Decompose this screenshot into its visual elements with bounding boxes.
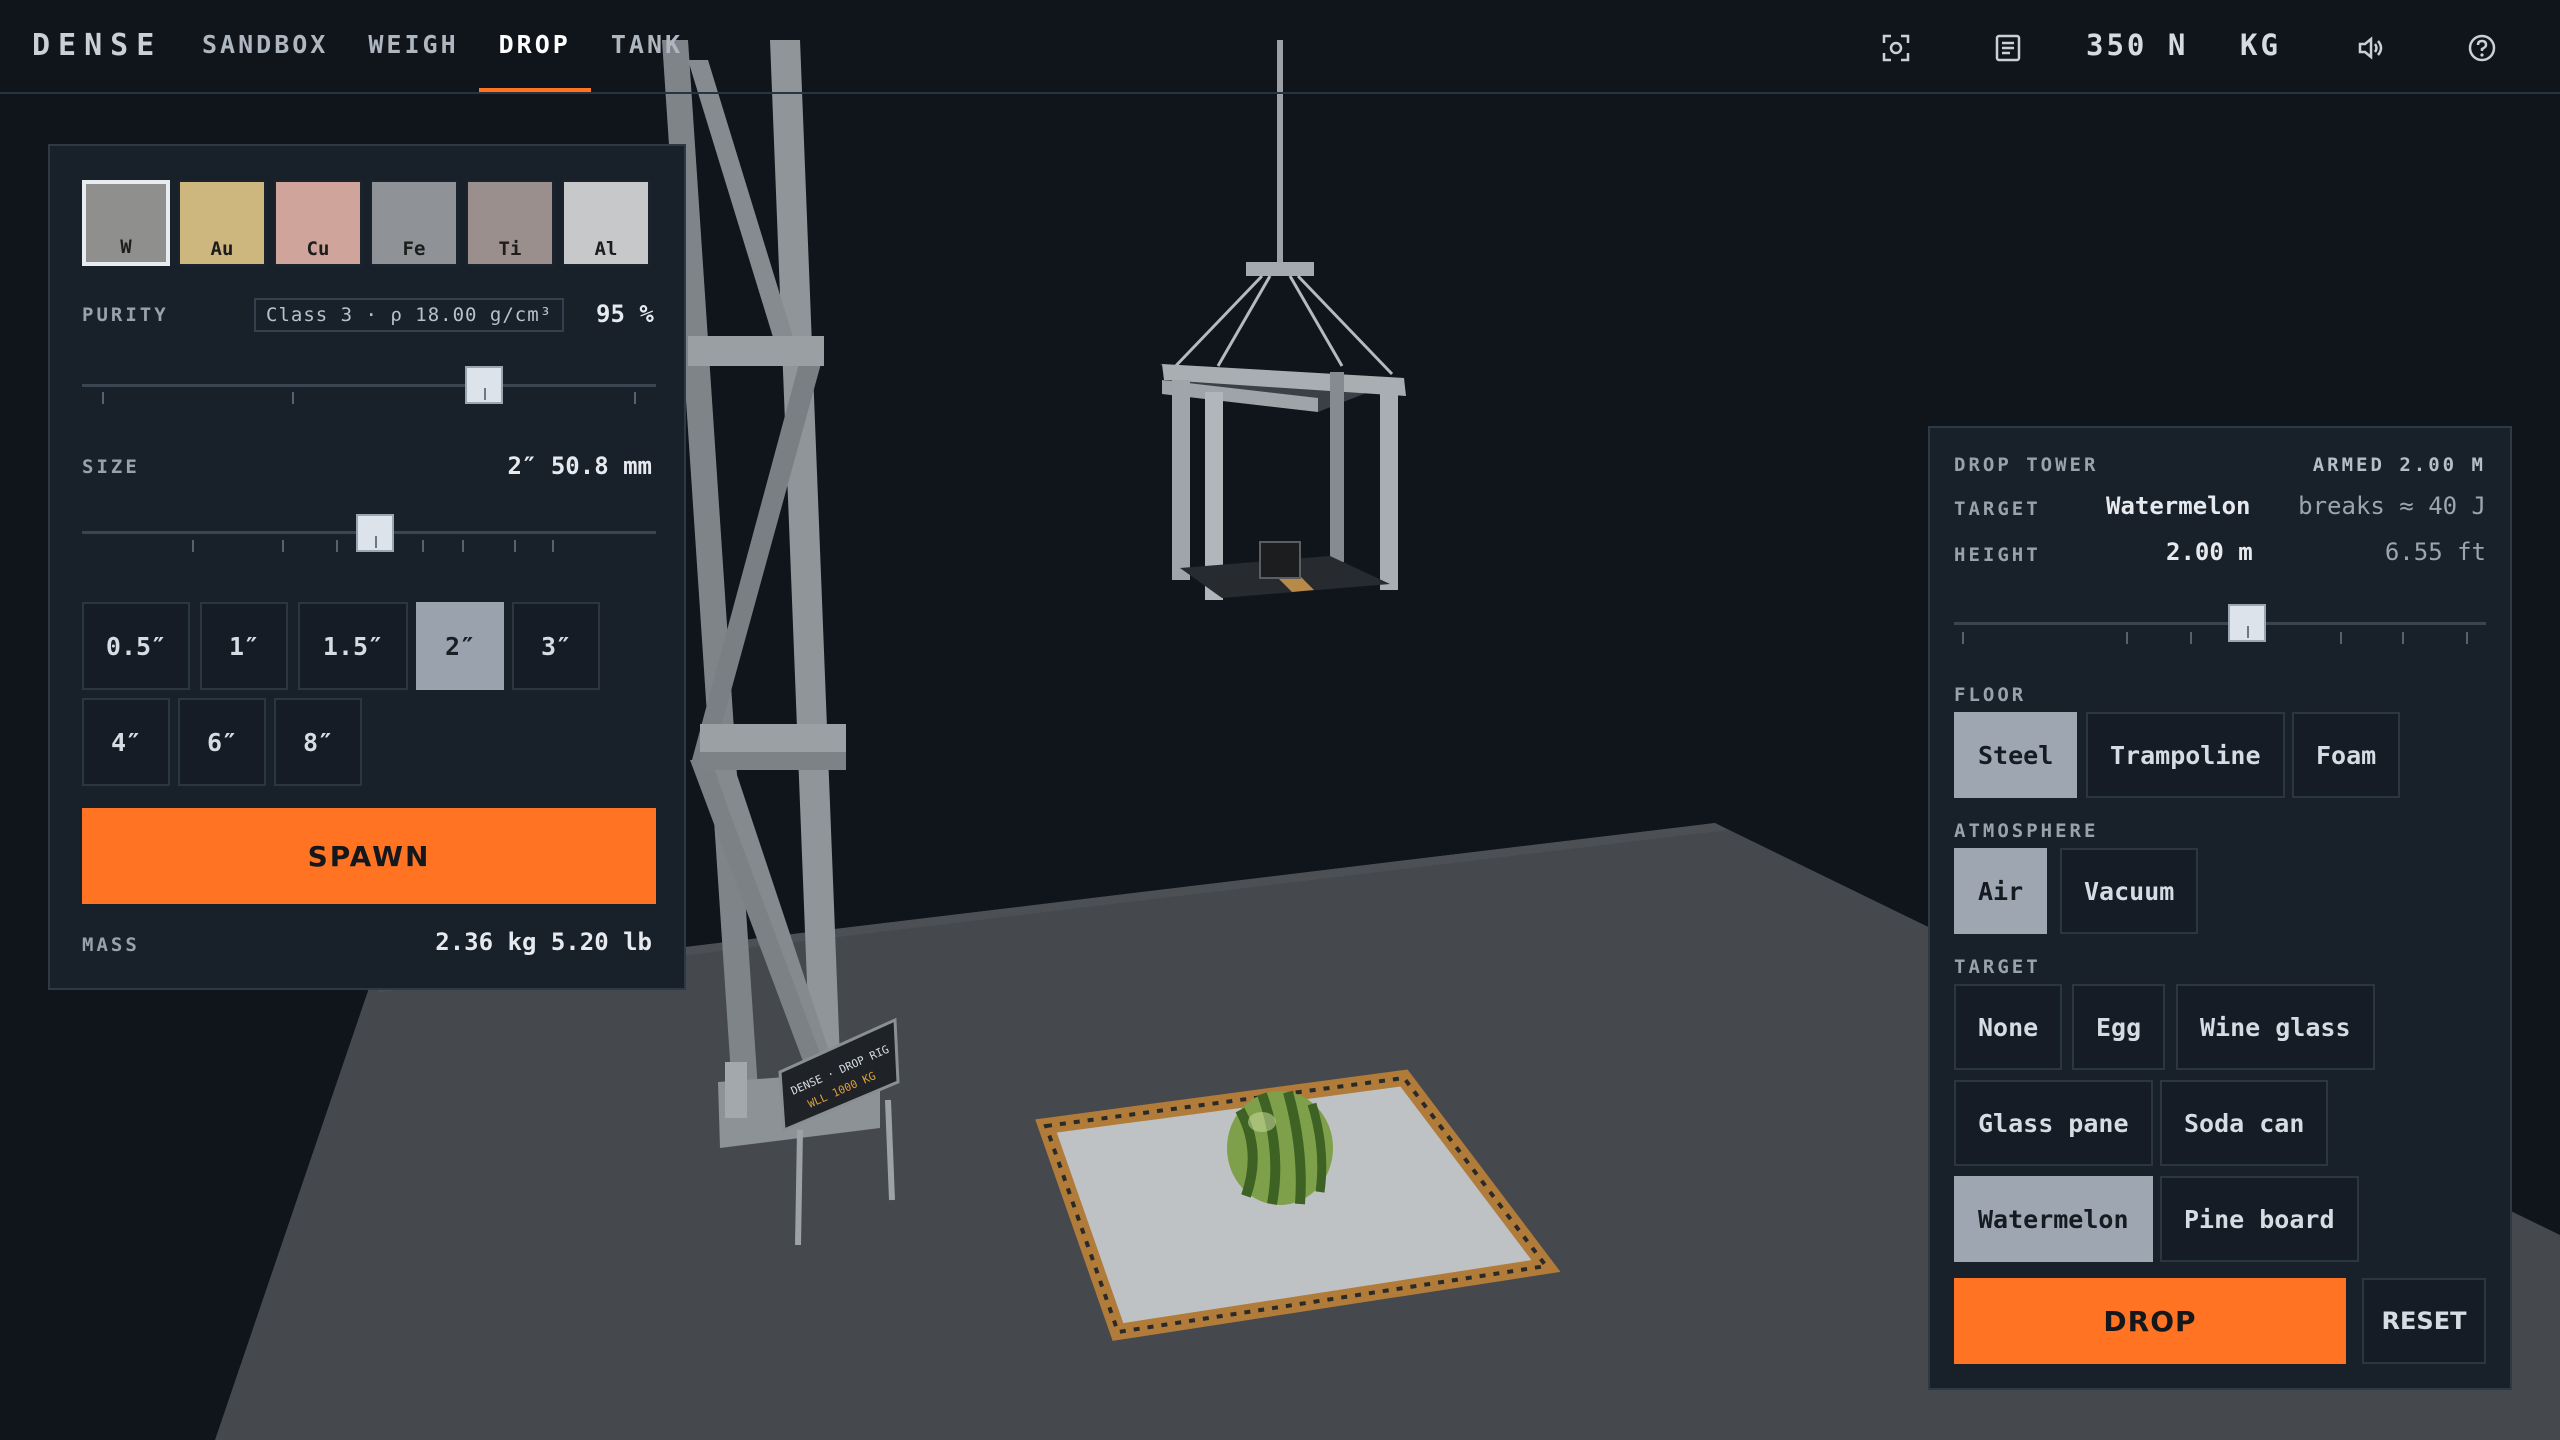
force-unit-toggle[interactable]: 350 N — [2086, 28, 2188, 62]
size-option-8[interactable]: 8″ — [274, 698, 362, 786]
armed-status: ARMED 2.00 M — [2312, 454, 2486, 476]
notes-icon[interactable] — [1986, 26, 2030, 70]
size-option-2[interactable]: 2″ — [416, 602, 504, 690]
floor-option-foam[interactable]: Foam — [2292, 712, 2401, 798]
atmosphere-option-vacuum[interactable]: Vacuum — [2060, 848, 2199, 934]
material-swatch-ti[interactable]: Ti — [466, 180, 554, 266]
sound-icon[interactable] — [2348, 26, 2392, 70]
floor-option-steel[interactable]: Steel — [1954, 712, 2078, 798]
size-value: 2″ 50.8 mm — [507, 452, 653, 480]
drop-tower-panel: DROP TOWER ARMED 2.00 M TARGET Watermelo… — [1928, 426, 2512, 1390]
drop-cage — [1160, 40, 1406, 600]
mass-label: MASS — [82, 934, 140, 956]
height-value: 2.00 m — [2166, 538, 2253, 566]
spawn-button[interactable]: SPAWN — [82, 808, 656, 904]
size-option-1-5[interactable]: 1.5″ — [298, 602, 408, 690]
target-option-egg[interactable]: Egg — [2072, 984, 2166, 1070]
target-label: TARGET — [1954, 498, 2041, 520]
atmosphere-option-air[interactable]: Air — [1954, 848, 2048, 934]
purity-slider-thumb[interactable] — [464, 366, 503, 404]
target-option-pine-board[interactable]: Pine board — [2160, 1176, 2359, 1262]
spawn-panel: W Au Cu Fe Ti Al PURITY Class 3 · ρ 18.0… — [48, 144, 686, 990]
material-swatch-w[interactable]: W — [82, 180, 170, 266]
size-slider-thumb[interactable] — [355, 514, 394, 552]
material-swatch-cu[interactable]: Cu — [274, 180, 362, 266]
height-slider-thumb[interactable] — [2227, 604, 2266, 642]
floor-label: FLOOR — [1954, 684, 2027, 706]
atmosphere-label: ATMOSPHERE — [1954, 820, 2099, 842]
size-option-0-5[interactable]: 0.5″ — [82, 602, 190, 690]
reset-button[interactable]: RESET — [2362, 1278, 2486, 1364]
screenshot-icon[interactable] — [1874, 26, 1918, 70]
target-option-glass-pane[interactable]: Glass pane — [1954, 1080, 2153, 1166]
material-swatch-al[interactable]: Al — [562, 180, 650, 266]
top-bar: DENSE SANDBOX WEIGH DROP TANK 350 N KG — [0, 0, 2560, 94]
target-value: Watermelon — [2106, 492, 2251, 520]
material-swatch-au[interactable]: Au — [178, 180, 266, 266]
floor-option-trampoline[interactable]: Trampoline — [2086, 712, 2285, 798]
mode-tabs: SANDBOX WEIGH DROP TANK — [182, 0, 703, 94]
target-option-none[interactable]: None — [1954, 984, 2063, 1070]
target-option-watermelon[interactable]: Watermelon — [1954, 1176, 2153, 1262]
size-option-6[interactable]: 6″ — [178, 698, 266, 786]
material-swatch-fe[interactable]: Fe — [370, 180, 458, 266]
brand-logo: DENSE — [32, 28, 163, 63]
tab-drop[interactable]: DROP — [478, 0, 592, 94]
purity-slider-track[interactable] — [82, 384, 656, 387]
tab-tank[interactable]: TANK — [591, 0, 703, 94]
height-feet: 6.55 ft — [2384, 538, 2486, 566]
mass-value: 2.36 kg 5.20 lb — [435, 928, 652, 956]
size-option-1[interactable]: 1″ — [200, 602, 288, 690]
tab-sandbox[interactable]: SANDBOX — [182, 0, 348, 94]
drop-button[interactable]: DROP — [1954, 1278, 2346, 1364]
size-option-3[interactable]: 3″ — [512, 602, 600, 690]
mass-unit-toggle[interactable]: KG — [2240, 28, 2281, 62]
purity-label: PURITY — [82, 304, 169, 326]
watermelon-target — [1227, 1090, 1333, 1205]
drop-tower-title: DROP TOWER — [1954, 454, 2099, 476]
height-slider-track[interactable] — [1954, 622, 2486, 625]
tab-weigh[interactable]: WEIGH — [348, 0, 478, 94]
target-options-label: TARGET — [1954, 956, 2041, 978]
height-label: HEIGHT — [1954, 544, 2041, 566]
help-icon[interactable] — [2460, 26, 2504, 70]
purity-value: 95 % — [596, 300, 654, 328]
size-label: SIZE — [82, 456, 140, 478]
purity-class-info: Class 3 · ρ 18.00 g/cm³ — [254, 298, 565, 332]
size-option-4[interactable]: 4″ — [82, 698, 170, 786]
target-option-wine-glass[interactable]: Wine glass — [2176, 984, 2375, 1070]
target-break-energy: breaks ≈ 40 J — [2298, 492, 2486, 520]
target-option-soda-can[interactable]: Soda can — [2160, 1080, 2329, 1166]
